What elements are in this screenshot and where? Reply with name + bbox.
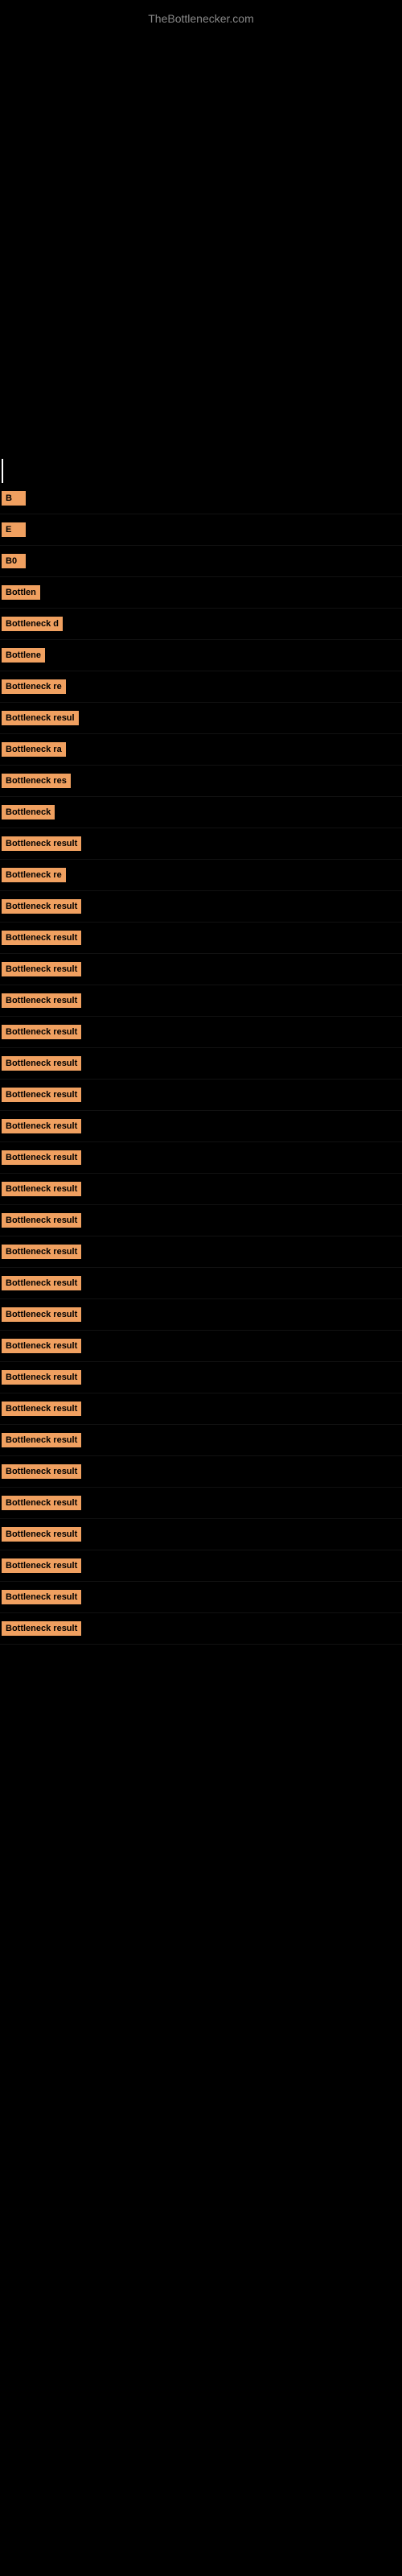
bottleneck-result-label: Bottleneck result [2, 1621, 81, 1636]
top-black-section [0, 0, 402, 443]
bottleneck-result-label: Bottleneck result [2, 1558, 81, 1573]
result-row: Bottleneck result [0, 828, 402, 860]
bottleneck-result-label: Bottleneck result [2, 1182, 81, 1196]
result-row: Bottleneck result [0, 1174, 402, 1205]
result-row: Bottleneck result [0, 1488, 402, 1519]
result-row: Bottleneck res [0, 766, 402, 797]
result-row: Bottleneck result [0, 1299, 402, 1331]
bottleneck-result-label: Bottleneck result [2, 1307, 81, 1322]
main-content: TheBottlenecker.com B E B0 Bottlen Bottlenec… [0, 0, 402, 2576]
bottleneck-result-label: Bottleneck result [2, 1496, 81, 1510]
result-row: Bottlen [0, 577, 402, 609]
bottleneck-result-label: Bottleneck result [2, 1025, 81, 1039]
bottleneck-result-label: Bottleneck result [2, 836, 81, 851]
result-row: Bottleneck result [0, 1111, 402, 1142]
bottleneck-result-label: B0 [2, 554, 26, 568]
bottleneck-result-label: Bottleneck result [2, 1088, 81, 1102]
result-row: Bottleneck result [0, 1425, 402, 1456]
bottleneck-result-label: Bottleneck result [2, 1464, 81, 1479]
result-row: Bottleneck result [0, 891, 402, 923]
result-row: Bottleneck result [0, 1205, 402, 1236]
result-row: Bottleneck d [0, 609, 402, 640]
bottleneck-result-label: Bottleneck result [2, 1245, 81, 1259]
bottleneck-result-label: Bottleneck result [2, 1119, 81, 1133]
bottleneck-result-label: Bottleneck res [2, 774, 71, 788]
bottleneck-result-label: Bottleneck result [2, 1527, 81, 1542]
bottleneck-result-label: Bottleneck result [2, 899, 81, 914]
bottleneck-result-label: Bottleneck result [2, 1213, 81, 1228]
bottleneck-result-label: Bottleneck result [2, 993, 81, 1008]
result-row: B0 [0, 546, 402, 577]
result-row: Bottleneck result [0, 1142, 402, 1174]
result-row: Bottleneck result [0, 1519, 402, 1550]
bottleneck-result-label: B [2, 491, 26, 506]
bottleneck-result-label: Bottleneck re [2, 868, 66, 882]
result-row: Bottleneck result [0, 1331, 402, 1362]
result-row: Bottleneck result [0, 1017, 402, 1048]
bottleneck-result-label: Bottleneck result [2, 1056, 81, 1071]
bottleneck-result-label: Bottlene [2, 648, 45, 663]
site-title: TheBottlenecker.com [0, 4, 402, 33]
result-row: Bottleneck re [0, 671, 402, 703]
result-row: Bottleneck result [0, 1362, 402, 1393]
bottleneck-result-label: Bottleneck [2, 805, 55, 819]
bottleneck-result-label: Bottleneck re [2, 679, 66, 694]
result-row: Bottleneck result [0, 1393, 402, 1425]
result-row: Bottleneck re [0, 860, 402, 891]
result-row: Bottleneck result [0, 1456, 402, 1488]
result-row: Bottleneck result [0, 1613, 402, 1645]
bottleneck-result-label: Bottleneck result [2, 1276, 81, 1290]
bottleneck-result-label: E [2, 522, 26, 537]
bottleneck-result-label: Bottleneck d [2, 617, 63, 631]
result-row: Bottleneck resul [0, 703, 402, 734]
result-row: Bottleneck result [0, 1236, 402, 1268]
result-row: B [0, 483, 402, 514]
result-row: Bottleneck result [0, 1582, 402, 1613]
result-row: Bottleneck ra [0, 734, 402, 766]
result-row: Bottleneck result [0, 985, 402, 1017]
bottleneck-result-label: Bottleneck result [2, 962, 81, 976]
result-row: Bottleneck result [0, 1048, 402, 1080]
bottleneck-result-label: Bottleneck result [2, 1402, 81, 1416]
results-section: B E B0 Bottlen Bottleneck d Bottlene Bottlenec… [0, 483, 402, 1645]
bottleneck-result-label: Bottleneck result [2, 931, 81, 945]
result-row: Bottleneck result [0, 1550, 402, 1582]
result-row: Bottleneck [0, 797, 402, 828]
result-row: Bottleneck result [0, 1268, 402, 1299]
bottleneck-result-label: Bottleneck ra [2, 742, 66, 757]
result-row: Bottleneck result [0, 954, 402, 985]
result-row: Bottleneck result [0, 1080, 402, 1111]
bottleneck-result-label: Bottleneck result [2, 1150, 81, 1165]
bottleneck-result-label: Bottleneck result [2, 1590, 81, 1604]
bottleneck-result-label: Bottleneck result [2, 1370, 81, 1385]
bottleneck-result-label: Bottlen [2, 585, 40, 600]
result-row: Bottleneck result [0, 923, 402, 954]
bottleneck-result-label: Bottleneck result [2, 1433, 81, 1447]
cursor-indicator [2, 459, 3, 483]
result-row: Bottlene [0, 640, 402, 671]
bottleneck-result-label: Bottleneck result [2, 1339, 81, 1353]
bottleneck-result-label: Bottleneck resul [2, 711, 79, 725]
result-row: E [0, 514, 402, 546]
